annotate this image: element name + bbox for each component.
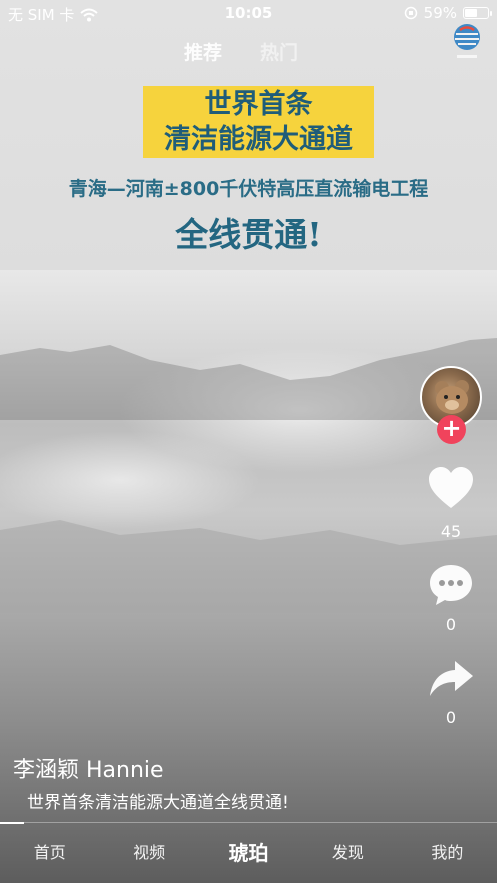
follow-button[interactable]: + (437, 415, 466, 444)
bottom-nav: 首页 视频 琥珀 发现 我的 (0, 823, 497, 883)
tab-recommended[interactable]: 推荐 (184, 38, 222, 65)
like-count: 45 (440, 522, 462, 541)
comment-bubble-icon[interactable] (427, 563, 475, 607)
feed-tabs: 推荐 热门 (184, 38, 298, 65)
nav-discover[interactable]: 发现 (298, 823, 397, 883)
poster-subline: 青海—河南±800千伏特高压直流输电工程 (68, 178, 429, 200)
banner-line-1: 世界首条 (204, 89, 313, 120)
video-description: 世界首条清洁能源大通道全线贯通! (27, 793, 289, 813)
nav-amber[interactable]: 琥珀 (199, 823, 298, 883)
nav-video[interactable]: 视频 (99, 823, 198, 883)
share-arrow-icon[interactable] (427, 657, 475, 701)
poster-headline: 全线贯通! (175, 215, 322, 254)
mountain-silhouette (0, 338, 497, 613)
share-count: 0 (445, 708, 457, 727)
battery-percent: 59% (423, 4, 457, 22)
status-bar: 无 SIM 卡 10:05 59% (0, 0, 497, 26)
tab-hot[interactable]: 热门 (260, 38, 298, 65)
battery-icon (463, 7, 492, 19)
nav-home[interactable]: 首页 (0, 823, 99, 883)
like-heart-icon[interactable] (427, 466, 475, 510)
channel-logo-icon (454, 24, 480, 58)
author-name[interactable]: 李涵颖 Hannie (13, 752, 164, 784)
nav-me[interactable]: 我的 (398, 823, 497, 883)
orientation-lock-icon (404, 6, 417, 20)
banner-line-2: 清洁能源大通道 (164, 124, 353, 155)
comment-count: 0 (445, 615, 457, 634)
poster-banner: 世界首条 清洁能源大通道 (143, 86, 374, 158)
